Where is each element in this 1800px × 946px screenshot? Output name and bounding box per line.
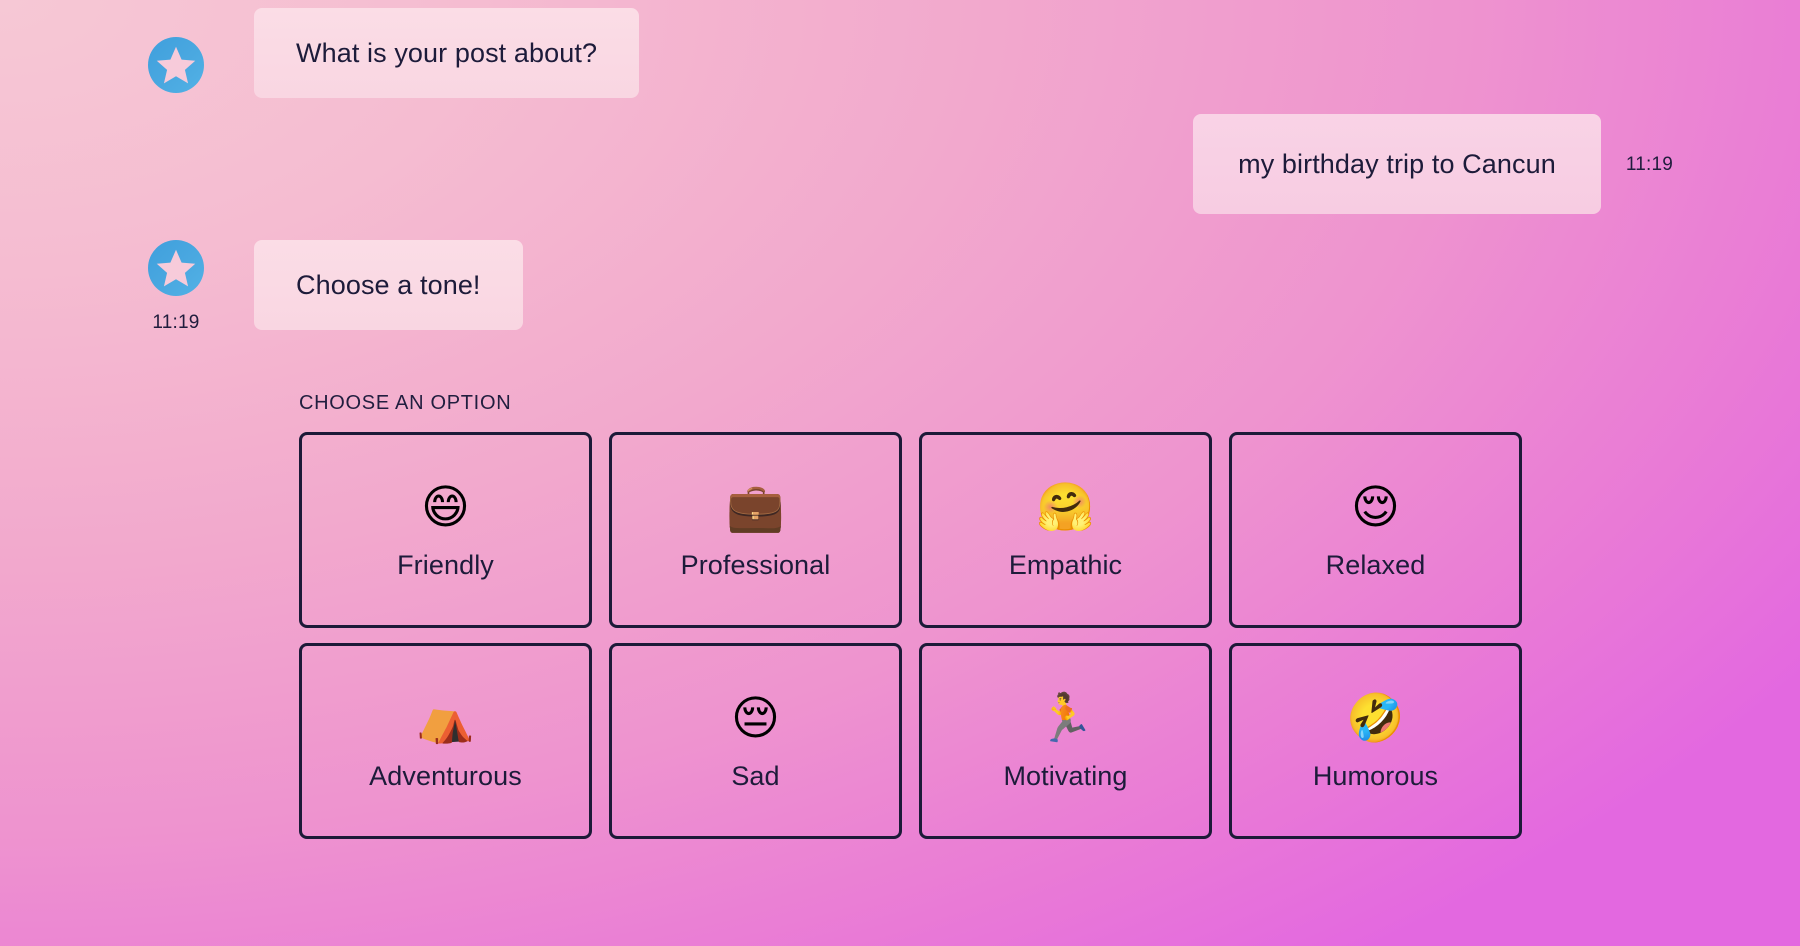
- relieved-face-emoji: 😌: [1351, 480, 1400, 535]
- option-label: Humorous: [1312, 760, 1439, 791]
- bot-message-text: What is your post about?: [296, 37, 598, 68]
- chat-screen: What is your post about? my birthday tri…: [0, 0, 1800, 946]
- rofl-emoji: 🤣: [1346, 691, 1405, 746]
- option-card-adventurous[interactable]: ⛺ Adventurous: [299, 643, 592, 839]
- bot-tone-bubble: Choose a tone!: [254, 240, 523, 330]
- briefcase-emoji: 💼: [726, 480, 785, 535]
- bot-tone-text: Choose a tone!: [296, 269, 481, 300]
- option-card-empathic[interactable]: 🤗 Empathic: [919, 432, 1212, 628]
- user-message-bubble: my birthday trip to Cancun: [1193, 114, 1601, 214]
- bot-avatar-column: 11:19: [148, 240, 204, 334]
- option-label: Relaxed: [1325, 549, 1426, 580]
- option-label: Adventurous: [369, 760, 522, 791]
- runner-emoji: 🏃: [1036, 691, 1095, 746]
- hugging-face-emoji: 🤗: [1036, 480, 1095, 535]
- option-card-friendly[interactable]: 😄 Friendly: [299, 432, 592, 628]
- bot-message-row-tone: 11:19 Choose a tone!: [148, 240, 523, 334]
- user-message-timestamp: 11:19: [1625, 154, 1673, 175]
- bot-message-bubble: What is your post about?: [254, 8, 640, 98]
- tent-emoji: ⛺: [416, 691, 475, 746]
- user-message-text: my birthday trip to Cancun: [1238, 148, 1556, 179]
- options-grid: 😄 Friendly 💼 Professional 🤗 Empathic 😌 Relaxed ⛺…: [299, 432, 1539, 839]
- option-label: Professional: [680, 549, 831, 580]
- star-avatar-icon: [148, 37, 204, 93]
- star-avatar-icon: [148, 240, 204, 296]
- option-card-motivating[interactable]: 🏃 Motivating: [919, 643, 1212, 839]
- bot-message-timestamp: 11:19: [152, 312, 200, 333]
- option-card-relaxed[interactable]: 😌 Relaxed: [1229, 432, 1522, 628]
- option-card-professional[interactable]: 💼 Professional: [609, 432, 902, 628]
- option-card-humorous[interactable]: 🤣 Humorous: [1229, 643, 1522, 839]
- options-block: CHOOSE AN OPTION 😄 Friendly 💼 Professional 🤗…: [299, 392, 1539, 839]
- option-label: Empathic: [1008, 549, 1123, 580]
- options-heading: CHOOSE AN OPTION: [299, 392, 512, 414]
- option-card-sad[interactable]: 😔 Sad: [609, 643, 902, 839]
- option-label: Motivating: [1003, 760, 1128, 791]
- pensive-face-emoji: 😔: [731, 691, 780, 746]
- option-label: Friendly: [397, 549, 494, 580]
- option-label: Sad: [731, 760, 780, 791]
- user-message-row: my birthday trip to Cancun 11:19: [0, 114, 1800, 214]
- bot-message-row-prompt: What is your post about?: [148, 8, 640, 98]
- grinning-smiling-eyes-emoji: 😄: [421, 480, 470, 535]
